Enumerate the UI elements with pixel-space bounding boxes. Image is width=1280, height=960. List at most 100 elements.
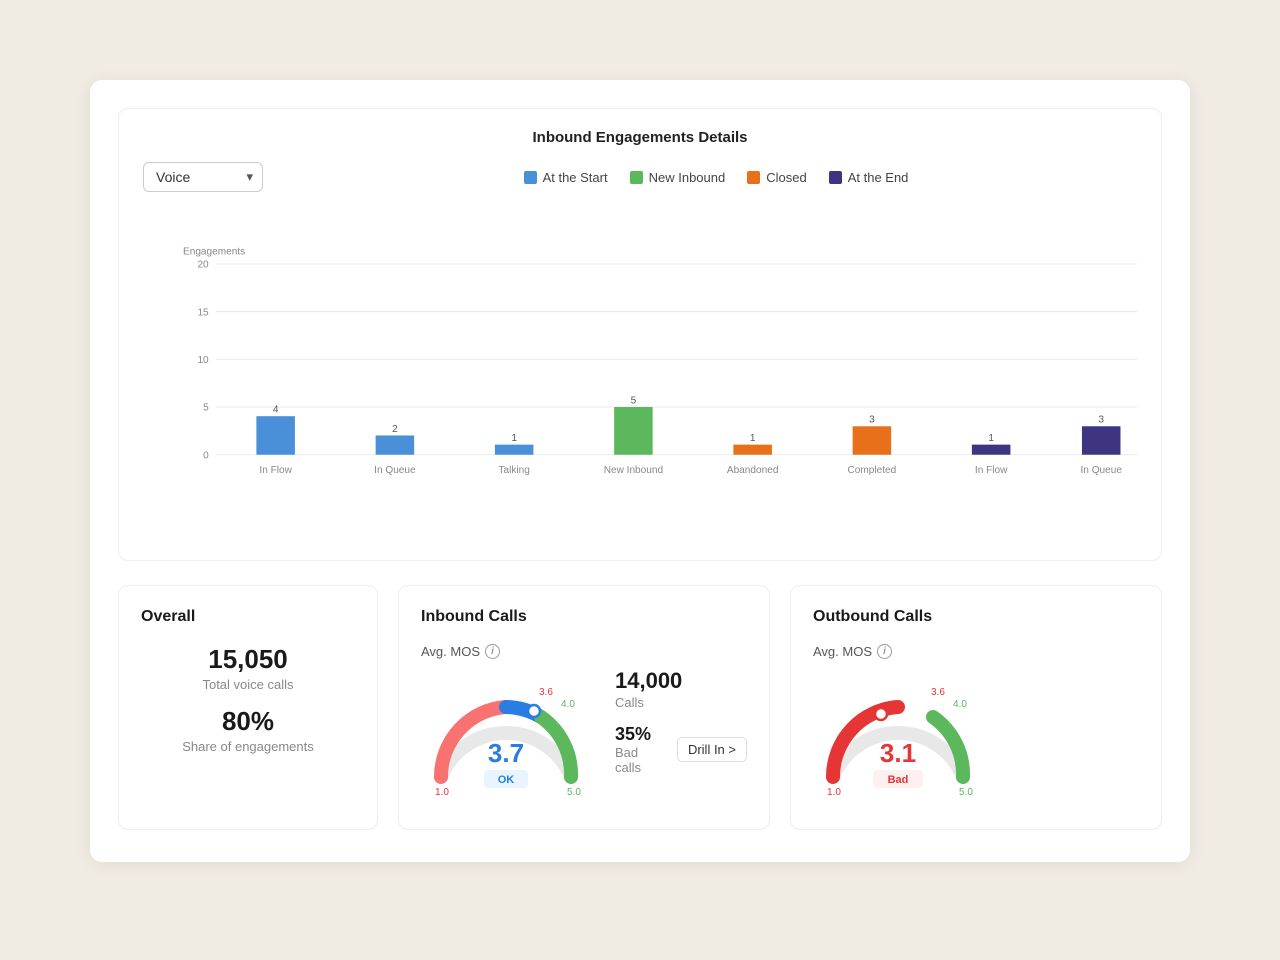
chart-section: Inbound Engagements Details Voice Chat E…: [118, 108, 1162, 561]
inbound-gauge-section: Avg. MOS i: [421, 644, 591, 807]
overall-share-pct: 80%: [141, 706, 355, 737]
svg-text:In Flow: In Flow: [259, 465, 292, 476]
svg-text:In Queue: In Queue: [374, 465, 416, 476]
inbound-bad-row: 35% Bad calls Drill In >: [615, 724, 747, 775]
svg-text:1: 1: [511, 433, 517, 444]
svg-text:5: 5: [631, 395, 637, 406]
svg-text:4.0: 4.0: [561, 699, 575, 710]
inbound-avg-mos-label: Avg. MOS i: [421, 644, 500, 659]
inbound-info-icon: i: [485, 644, 500, 659]
legend-label-newinbound: New Inbound: [649, 170, 726, 185]
svg-text:15: 15: [197, 307, 209, 318]
svg-text:Talking: Talking: [498, 465, 529, 476]
svg-text:3.6: 3.6: [539, 687, 553, 698]
svg-text:1: 1: [750, 433, 756, 444]
chart-svg: Engagements 20 15 10 5 0 4 In Flow: [183, 204, 1137, 544]
inbound-gauge-svg: 1.0 3.6 4.0 5.0 3.7 OK: [421, 667, 591, 797]
inbound-inner: Avg. MOS i: [421, 644, 747, 807]
legend-label-start: At the Start: [543, 170, 608, 185]
svg-text:Engagements: Engagements: [183, 247, 245, 258]
svg-text:3: 3: [869, 415, 875, 426]
inbound-drill-button[interactable]: Drill In >: [677, 737, 747, 762]
svg-text:0: 0: [203, 450, 209, 461]
svg-text:Bad: Bad: [888, 774, 909, 786]
svg-text:5.0: 5.0: [959, 787, 973, 797]
legend-item-newinbound: New Inbound: [630, 170, 726, 185]
legend: At the Start New Inbound Closed At the E…: [295, 170, 1137, 185]
outbound-card: Outbound Calls Avg. MOS i: [790, 585, 1162, 830]
svg-text:4: 4: [273, 405, 279, 416]
chart-title: Inbound Engagements Details: [143, 129, 1137, 146]
bar-newinbound: [614, 407, 653, 455]
legend-item-end: At the End: [829, 170, 909, 185]
main-container: Inbound Engagements Details Voice Chat E…: [90, 80, 1190, 862]
svg-text:3.7: 3.7: [488, 738, 524, 768]
inbound-calls-label: Calls: [615, 695, 747, 710]
overall-share-stat: 80% Share of engagements: [141, 706, 355, 754]
svg-text:Abandoned: Abandoned: [727, 465, 779, 476]
svg-text:5: 5: [203, 403, 209, 414]
overall-total-label: Total voice calls: [141, 677, 355, 692]
svg-text:In Queue: In Queue: [1080, 465, 1122, 476]
voice-dropdown[interactable]: Voice Chat Email: [143, 162, 263, 192]
overall-total-calls: 15,050: [141, 644, 355, 675]
svg-text:1.0: 1.0: [435, 787, 449, 797]
legend-item-closed: Closed: [747, 170, 806, 185]
inbound-bad-group: 35% Bad calls: [615, 724, 667, 775]
outbound-gauge-svg: 1.0 3.6 4.0 5.0 3.1 Bad: [813, 667, 983, 797]
overall-total-stat: 15,050 Total voice calls: [141, 644, 355, 692]
svg-text:Completed: Completed: [848, 465, 897, 476]
outbound-gauge-section: Avg. MOS i: [813, 644, 983, 807]
bar-inqueue-start: [376, 435, 415, 454]
outbound-avg-mos-text: Avg. MOS: [813, 644, 872, 659]
outbound-inner: Avg. MOS i: [813, 644, 1139, 807]
inbound-gauge-wrap: 1.0 3.6 4.0 5.0 3.7 OK: [421, 667, 591, 807]
outbound-title: Outbound Calls: [813, 608, 1139, 626]
inbound-bad-label: Bad calls: [615, 745, 667, 775]
inbound-calls-stat: 14,000 Calls: [615, 668, 747, 710]
chart-controls: Voice Chat Email At the Start New Inboun…: [143, 162, 1137, 192]
inbound-title: Inbound Calls: [421, 608, 747, 626]
svg-text:In Flow: In Flow: [975, 465, 1008, 476]
legend-dot-closed: [747, 171, 760, 184]
chart-area: Engagements 20 15 10 5 0 4 In Flow: [183, 204, 1137, 544]
voice-select-wrap: Voice Chat Email: [143, 162, 263, 192]
legend-item-start: At the Start: [524, 170, 608, 185]
svg-text:3.6: 3.6: [931, 687, 945, 698]
svg-text:1.0: 1.0: [827, 787, 841, 797]
svg-text:2: 2: [392, 424, 398, 435]
inbound-avg-mos-text: Avg. MOS: [421, 644, 480, 659]
svg-text:20: 20: [197, 260, 209, 271]
legend-dot-start: [524, 171, 537, 184]
overall-share-label: Share of engagements: [141, 739, 355, 754]
legend-dot-end: [829, 171, 842, 184]
overall-card: Overall 15,050 Total voice calls 80% Sha…: [118, 585, 378, 830]
svg-text:OK: OK: [498, 774, 515, 786]
bar-inqueue-end: [1082, 426, 1121, 454]
bar-completed: [853, 426, 892, 454]
cards-row: Overall 15,050 Total voice calls 80% Sha…: [118, 585, 1162, 830]
outbound-gauge-wrap: 1.0 3.6 4.0 5.0 3.1 Bad: [813, 667, 983, 807]
bar-talking-start: [495, 445, 534, 455]
svg-text:4.0: 4.0: [953, 699, 967, 710]
svg-text:3: 3: [1098, 415, 1104, 426]
inbound-card: Inbound Calls Avg. MOS i: [398, 585, 770, 830]
svg-text:New Inbound: New Inbound: [604, 465, 663, 476]
legend-dot-newinbound: [630, 171, 643, 184]
outbound-info-icon: i: [877, 644, 892, 659]
svg-text:1: 1: [988, 433, 994, 444]
legend-label-closed: Closed: [766, 170, 806, 185]
bar-inflow-start: [256, 416, 295, 455]
inbound-calls-value: 14,000: [615, 668, 747, 694]
svg-text:5.0: 5.0: [567, 787, 581, 797]
svg-text:3.1: 3.1: [880, 738, 916, 768]
inbound-stats: 14,000 Calls 35% Bad calls Drill In >: [615, 644, 747, 775]
svg-text:10: 10: [197, 355, 209, 366]
overall-title: Overall: [141, 608, 355, 626]
inbound-bad-pct: 35%: [615, 724, 651, 744]
legend-label-end: At the End: [848, 170, 909, 185]
outbound-avg-mos-label: Avg. MOS i: [813, 644, 892, 659]
inbound-bad-stat: 35% Bad calls Drill In >: [615, 722, 747, 775]
bar-abandoned: [733, 445, 772, 455]
bar-inflow-end: [972, 445, 1011, 455]
